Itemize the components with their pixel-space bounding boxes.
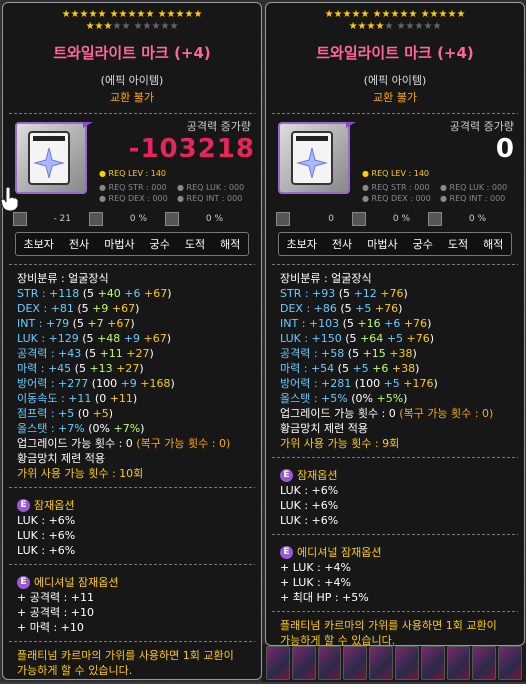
- damage-icon: [165, 212, 179, 226]
- req-level: ● REQ LEV : 140: [362, 169, 430, 178]
- job-list: 초보자 전사 마법사 궁수 도적 해적: [278, 232, 512, 256]
- stat-line: 방어력 : +277 (100 +9 +168): [17, 377, 175, 390]
- ignore-def-icon: [352, 212, 366, 226]
- star-force-stars: ★★★★★ ★★★★★ ★★★★★ ★★★★★ ★★★★★: [324, 9, 466, 32]
- stat-line: 마력 : +45 (5 +13 +27): [17, 362, 144, 375]
- req-stats: ● REQ STR : 000 ● REQ LUK : 000 ● REQ DEX…: [362, 183, 508, 203]
- stat-line: LUK : +150 (5 +64 +5 +76): [280, 332, 435, 345]
- trade-status: 교환 불가: [373, 91, 417, 104]
- attack-increase-value: -103218: [128, 134, 255, 164]
- karma-note: 플래티넘 카르마의 가위를 사용하면 1회 교환이 가능하게 할 수 있습니다.: [280, 619, 497, 647]
- item-icon: [278, 122, 350, 194]
- stat-line: 공격력 : +43 (5 +11 +27): [17, 347, 154, 360]
- karma-note: 플래티넘 카르마의 가위를 사용하면 1회 교환이 가능하게 할 수 있습니다.: [17, 649, 234, 677]
- stat-line: INT : +103 (5 +16 +6 +76): [280, 317, 432, 330]
- stat-line: 올스탯 : +5% (0% +5%): [280, 392, 408, 405]
- stat-line: DEX : +81 (5 +9 +67): [17, 302, 140, 315]
- ignore-def-icon: [89, 212, 103, 226]
- item-grade: (에픽 아이템): [100, 74, 164, 87]
- additional-potential-section: E 에디셔널 잠재옵션 + LUK : +4% + LUK : +4% + 최대 …: [280, 546, 382, 604]
- stat-line: 올스탯 : +7% (0% +7%): [17, 422, 145, 435]
- stat-line: 공격력 : +58 (5 +15 +38): [280, 347, 417, 360]
- boss-icon: [276, 212, 290, 226]
- mini-stat-row: - 21 0 % 0 %: [3, 212, 261, 226]
- stat-list: 장비분류 : 얼굴장식 STR : +118 (5 +40 +6 +67) DEX…: [3, 265, 261, 487]
- item-tooltip-equipped: ★★★★★ ★★★★★ ★★★★★ ★★★★★ ★★★★★ 트와일라이트 마크 …: [265, 2, 525, 647]
- damage-icon: [428, 212, 442, 226]
- attack-increase-value: 0: [495, 134, 514, 164]
- stat-line: INT : +79 (5 +7 +67): [17, 317, 135, 330]
- epic-grade-icon: E: [280, 546, 293, 559]
- potential-section: E 잠재옵션 LUK : +6% LUK : +6% LUK : +6%: [17, 499, 76, 557]
- req-stats: ● REQ STR : 000 ● REQ LUK : 000 ● REQ DEX…: [99, 183, 245, 203]
- epic-flag-icon: [346, 122, 356, 128]
- boss-icon: [13, 212, 27, 226]
- epic-grade-icon: E: [17, 499, 30, 512]
- epic-flag-icon: [83, 122, 93, 128]
- potential-section: E 잠재옵션 LUK : +6% LUK : +6% LUK : +6%: [280, 469, 339, 527]
- epic-grade-icon: E: [280, 469, 293, 482]
- stat-line: 점프력 : +5 (0 +5): [17, 407, 114, 420]
- stat-line: LUK : +129 (5 +48 +9 +67): [17, 332, 172, 345]
- stat-line: 이동속도 : +11 (0 +11): [17, 392, 138, 405]
- mini-stat-row: 0 0 % 0 %: [266, 212, 524, 226]
- stat-line: STR : +118 (5 +40 +6 +67): [17, 287, 172, 300]
- trade-status: 교환 불가: [110, 91, 154, 104]
- attack-increase-label: 공격력 증가량: [186, 120, 251, 133]
- star-force-stars: ★★★★★ ★★★★★ ★★★★★ ★★★★★ ★★★★★: [61, 9, 203, 32]
- item-grade: (에픽 아이템): [363, 74, 427, 87]
- attack-increase-label: 공격력 증가량: [449, 120, 514, 133]
- stat-line: 마력 : +54 (5 +5 +6 +38): [280, 362, 420, 375]
- item-title: 트와일라이트 마크 (+4): [53, 44, 211, 62]
- hand-cursor-icon: [0, 186, 19, 212]
- item-icon: [15, 122, 87, 194]
- job-list: 초보자 전사 마법사 궁수 도적 해적: [15, 232, 249, 256]
- req-level: ● REQ LEV : 140: [99, 169, 167, 178]
- stat-list: 장비분류 : 얼굴장식 STR : +93 (5 +12 +76) DEX : +…: [266, 265, 524, 457]
- stat-line: DEX : +86 (5 +5 +76): [280, 302, 403, 315]
- stat-line: 방어력 : +281 (100 +5 +176): [280, 377, 438, 390]
- item-title: 트와일라이트 마크 (+4): [316, 44, 474, 62]
- stat-line: STR : +93 (5 +12 +76): [280, 287, 408, 300]
- item-tooltip-compare: ★★★★★ ★★★★★ ★★★★★ ★★★★★ ★★★★★ 트와일라이트 마크 …: [2, 2, 262, 680]
- epic-grade-icon: E: [17, 576, 30, 589]
- additional-potential-section: E 에디셔널 잠재옵션 + 공격력 : +11 + 공격력 : +10 + 마력 …: [17, 576, 119, 634]
